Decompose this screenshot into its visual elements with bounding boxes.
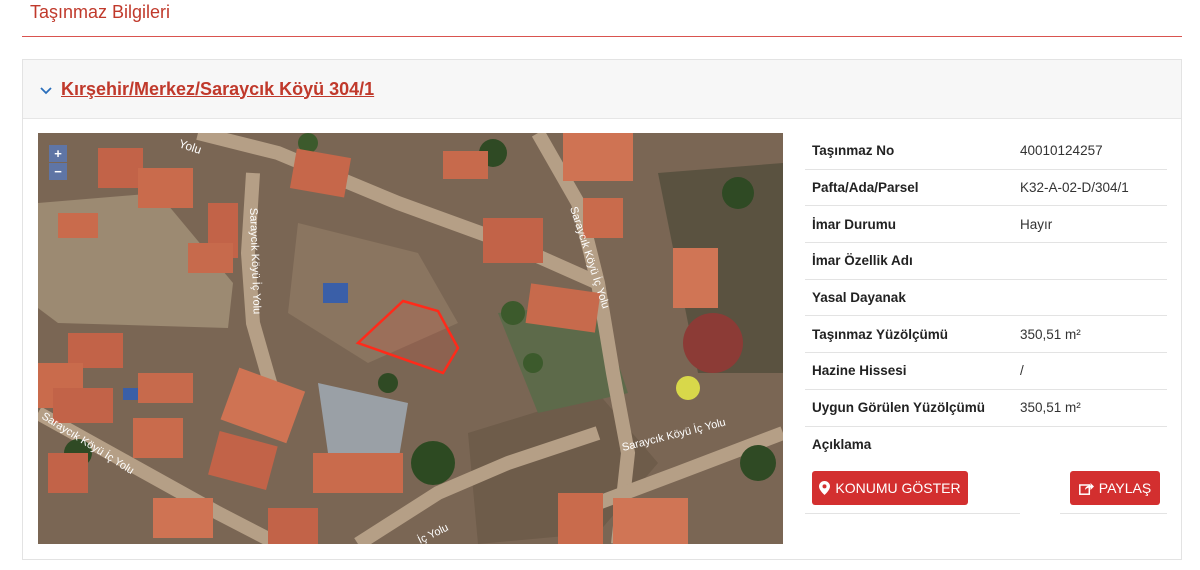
divider bbox=[1060, 513, 1167, 515]
row-value: 40010124257 bbox=[1020, 143, 1103, 159]
row-label: Uygun Görülen Yüzölçümü bbox=[812, 400, 986, 416]
table-row: Uygun Görülen Yüzölçümü 350,51 m² bbox=[805, 390, 1167, 427]
row-label: Taşınmaz Yüzölçümü bbox=[812, 326, 949, 342]
show-location-button[interactable]: KONUMU GÖSTER bbox=[812, 471, 968, 506]
table-row: İmar Özellik Adı bbox=[805, 243, 1167, 280]
map-zoom-controls: + − bbox=[49, 145, 67, 180]
share-button[interactable]: PAYLAŞ bbox=[1070, 471, 1160, 506]
row-value: / bbox=[1020, 363, 1024, 379]
section-divider bbox=[22, 36, 1182, 37]
chevron-down-icon[interactable] bbox=[39, 84, 53, 98]
table-row: Yasal Dayanak bbox=[805, 280, 1167, 317]
table-row: İmar Durumu Hayır bbox=[805, 206, 1167, 244]
row-value: Hayır bbox=[1020, 216, 1053, 232]
action-buttons: KONUMU GÖSTER PAYLAŞ bbox=[805, 463, 1167, 515]
row-label: İmar Durumu bbox=[812, 216, 897, 232]
satellite-map[interactable]: Yolu Saraycık Köyü İç Yolu Saraycık Köyü… bbox=[38, 133, 783, 544]
table-row: Taşınmaz No 40010124257 bbox=[805, 133, 1167, 170]
table-row: Açıklama bbox=[805, 427, 1167, 464]
row-label: Hazine Hissesi bbox=[812, 363, 907, 379]
section-title: Taşınmaz Bilgileri bbox=[30, 2, 171, 22]
divider bbox=[805, 513, 1020, 515]
row-label: Pafta/Ada/Parsel bbox=[812, 180, 919, 196]
parcel-title-link[interactable]: Kırşehir/Merkez/Saraycık Köyü 304/1 bbox=[61, 79, 374, 100]
row-label: Açıklama bbox=[812, 437, 872, 453]
map-marker-icon bbox=[819, 481, 831, 496]
row-value: 350,51 m² bbox=[1020, 400, 1081, 416]
row-label: Taşınmaz No bbox=[812, 143, 895, 159]
table-row: Taşınmaz Yüzölçümü 350,51 m² bbox=[805, 316, 1167, 354]
zoom-in-button[interactable]: + bbox=[49, 145, 67, 162]
zoom-out-button[interactable]: − bbox=[49, 163, 67, 180]
row-label: Yasal Dayanak bbox=[812, 290, 906, 306]
row-label: İmar Özellik Adı bbox=[812, 253, 913, 269]
parcel-info-table: Taşınmaz No 40010124257 Pafta/Ada/Parsel… bbox=[805, 133, 1167, 515]
show-location-label: KONUMU GÖSTER bbox=[835, 480, 961, 497]
share-label: PAYLAŞ bbox=[1098, 480, 1152, 497]
parcel-card-header[interactable]: Kırşehir/Merkez/Saraycık Köyü 304/1 bbox=[23, 60, 1181, 119]
table-row: Pafta/Ada/Parsel K32-A-02-D/304/1 bbox=[805, 170, 1167, 207]
table-row: Hazine Hissesi / bbox=[805, 353, 1167, 390]
share-icon bbox=[1078, 482, 1094, 495]
parcel-card: Kırşehir/Merkez/Saraycık Köyü 304/1 Yolu… bbox=[22, 59, 1182, 560]
row-value: 350,51 m² bbox=[1020, 326, 1081, 342]
map-imagery: Yolu Saraycık Köyü İç Yolu Saraycık Köyü… bbox=[38, 133, 783, 544]
row-value: K32-A-02-D/304/1 bbox=[1020, 180, 1129, 196]
